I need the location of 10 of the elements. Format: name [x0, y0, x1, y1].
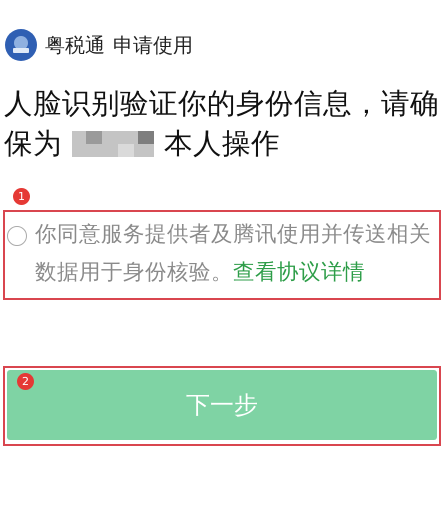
consent-text: 你同意服务提供者及腾讯使用并传送相关数据用于身份核验。查看协议详情: [35, 221, 432, 287]
agreement-link[interactable]: 查看协议详情: [233, 260, 365, 285]
consent-radio[interactable]: [7, 226, 27, 246]
heading-text: 本人操作: [164, 126, 280, 162]
app-logo-icon: [5, 29, 37, 61]
heading-text: 人脸识别验证你的身份信息，请确: [4, 86, 439, 122]
request-title: 申请使用: [113, 32, 193, 58]
step-badge: 1: [13, 188, 30, 205]
app-name: 粤税通: [45, 32, 105, 58]
heading-text: 保为: [4, 126, 62, 162]
